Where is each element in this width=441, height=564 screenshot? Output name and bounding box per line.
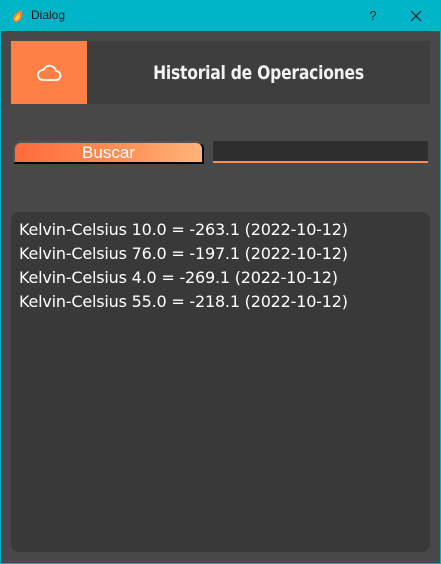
- search-input[interactable]: [213, 141, 428, 163]
- list-item: Kelvin-Celsius 10.0 = -263.1 (2022-10-12…: [19, 220, 348, 239]
- list-item: Kelvin-Celsius 55.0 = -218.1 (2022-10-12…: [19, 292, 348, 311]
- title-bar[interactable]: Dialog ?: [0, 0, 441, 31]
- search-button[interactable]: Buscar: [13, 141, 204, 164]
- page-title: Historial de Operaciones: [153, 61, 364, 84]
- app-flame-icon: [10, 8, 24, 22]
- close-button[interactable]: [398, 0, 434, 31]
- header-bar: Historial de Operaciones: [11, 41, 430, 104]
- header-icon-box[interactable]: [11, 41, 87, 104]
- list-item: Kelvin-Celsius 76.0 = -197.1 (2022-10-12…: [19, 244, 348, 263]
- help-button[interactable]: ?: [360, 0, 386, 31]
- list-item: Kelvin-Celsius 4.0 = -269.1 (2022-10-12): [19, 268, 338, 287]
- cloud-icon: [37, 64, 62, 81]
- window-title: Dialog: [31, 8, 66, 22]
- close-icon: [410, 10, 422, 21]
- results-list[interactable]: Kelvin-Celsius 10.0 = -263.1 (2022-10-12…: [11, 212, 430, 552]
